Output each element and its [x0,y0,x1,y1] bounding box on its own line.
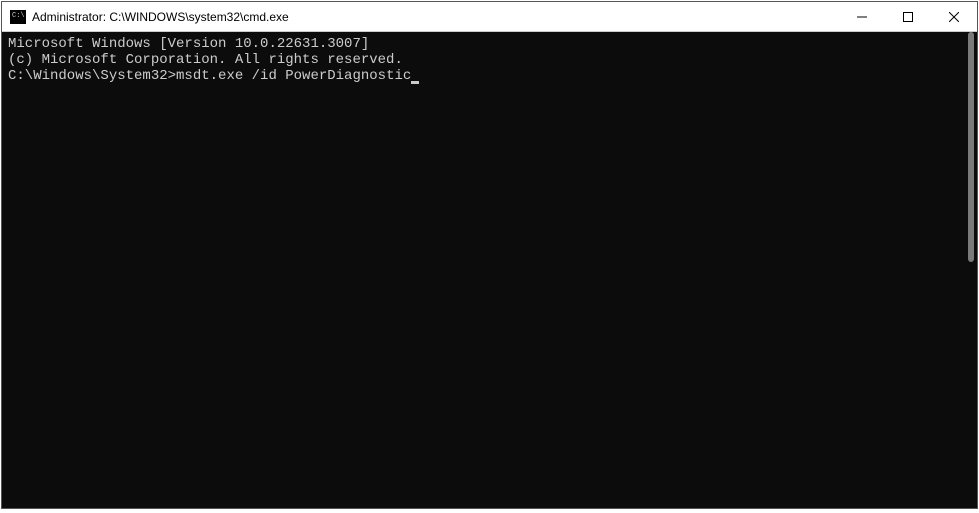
scrollbar[interactable] [963,30,979,512]
scrollbar-thumb[interactable] [968,32,974,262]
version-line: Microsoft Windows [Version 10.0.22631.30… [8,36,971,52]
window-title: Administrator: C:\WINDOWS\system32\cmd.e… [32,10,289,24]
cmd-window: C:\ Administrator: C:\WINDOWS\system32\c… [1,1,978,509]
close-icon [949,12,959,22]
maximize-button[interactable] [885,2,931,31]
titlebar-left: C:\ Administrator: C:\WINDOWS\system32\c… [2,10,839,24]
command-input[interactable]: msdt.exe /id PowerDiagnostic [176,68,411,84]
window-controls [839,2,977,31]
maximize-icon [903,12,913,22]
terminal-output[interactable]: Microsoft Windows [Version 10.0.22631.30… [2,32,977,508]
titlebar[interactable]: C:\ Administrator: C:\WINDOWS\system32\c… [2,2,977,32]
minimize-button[interactable] [839,2,885,31]
prompt-line: C:\Windows\System32>msdt.exe /id PowerDi… [8,68,971,84]
cursor [411,81,419,84]
minimize-icon [857,12,867,22]
close-button[interactable] [931,2,977,31]
copyright-line: (c) Microsoft Corporation. All rights re… [8,52,971,68]
cmd-icon-label: C:\ [12,13,25,20]
cmd-icon: C:\ [10,10,26,24]
prompt-path: C:\Windows\System32> [8,68,176,84]
